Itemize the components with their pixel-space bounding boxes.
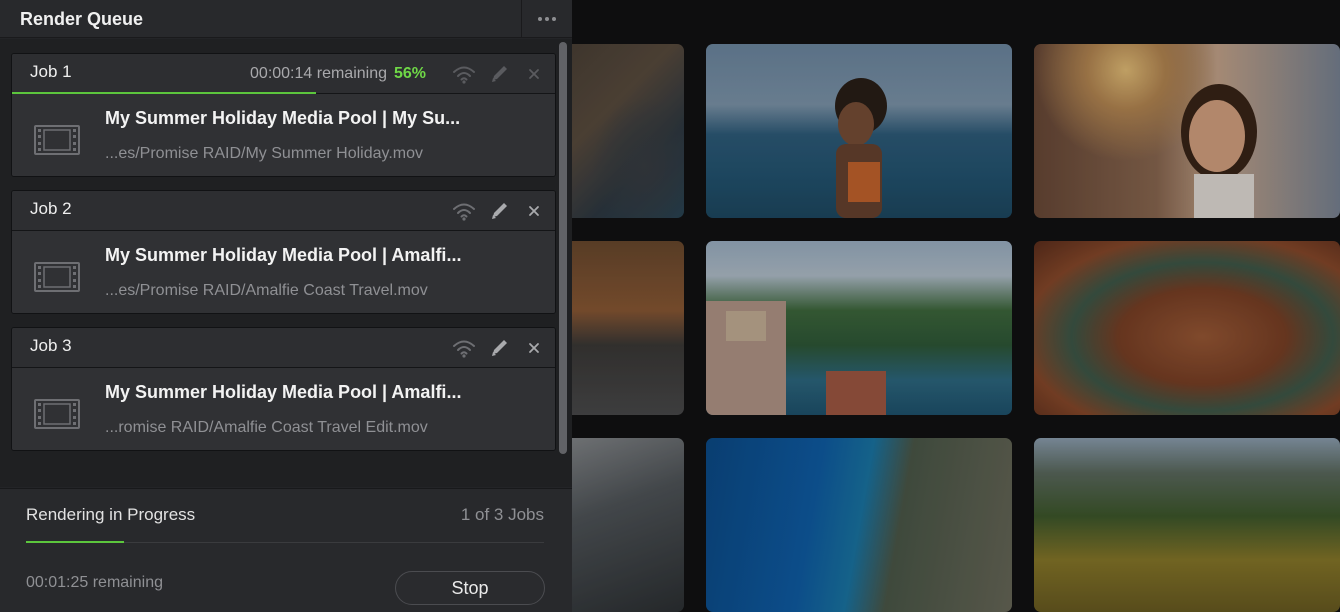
thumbnail-horseshoe-bend[interactable] bbox=[1034, 241, 1340, 415]
more-options-icon[interactable] bbox=[534, 14, 560, 24]
remote-render-icon[interactable] bbox=[451, 63, 477, 85]
overall-progress-bar bbox=[26, 541, 125, 543]
edit-icon[interactable] bbox=[487, 337, 513, 359]
panel-header: Render Queue bbox=[0, 0, 572, 38]
edit-icon[interactable] bbox=[487, 200, 513, 222]
total-time-remaining: 00:01:25 remaining bbox=[26, 574, 163, 591]
thumbnail-coastal-cliffs[interactable] bbox=[572, 44, 684, 218]
render-queue-panel: Render Queue Job 1 00:00:14 remaining 56… bbox=[0, 0, 572, 612]
thumbnail-van-interior[interactable] bbox=[572, 438, 684, 612]
thumbnail-amalfi-coast[interactable] bbox=[706, 241, 1012, 415]
job-header: Job 2 bbox=[12, 191, 555, 231]
job-body: My Summer Holiday Media Pool | Amalfi...… bbox=[12, 369, 555, 450]
job-item[interactable]: Job 2 My Summer Holiday Media Pool | Ama bbox=[11, 190, 556, 314]
job-header: Job 1 00:00:14 remaining 56% bbox=[12, 54, 555, 94]
edit-icon[interactable] bbox=[487, 63, 513, 85]
close-icon[interactable] bbox=[521, 63, 547, 85]
video-clip-icon bbox=[34, 399, 80, 429]
remote-render-icon[interactable] bbox=[451, 337, 477, 359]
job-output-path: ...romise RAID/Amalfie Coast Travel Edit… bbox=[105, 419, 428, 436]
job-body: My Summer Holiday Media Pool | Amalfi...… bbox=[12, 232, 555, 313]
job-body: My Summer Holiday Media Pool | My Su... … bbox=[12, 95, 555, 176]
thumbnail-city-selfie[interactable] bbox=[1034, 44, 1340, 218]
job-name: Job 1 bbox=[30, 62, 72, 81]
thumbnail-mountain-valley[interactable] bbox=[1034, 438, 1340, 612]
header-divider bbox=[521, 0, 522, 38]
thumbnail-woman-by-sea[interactable] bbox=[706, 44, 1012, 218]
jobs-count: 1 of 3 Jobs bbox=[460, 505, 544, 524]
thumbnail-blue-bay[interactable] bbox=[706, 438, 1012, 612]
render-status-footer: Rendering in Progress 1 of 3 Jobs 00:01:… bbox=[0, 488, 572, 612]
job-output-path: ...es/Promise RAID/Amalfie Coast Travel.… bbox=[105, 282, 428, 299]
close-icon[interactable] bbox=[521, 200, 547, 222]
job-progress-bar bbox=[12, 92, 317, 94]
job-clip-name: My Summer Holiday Media Pool | My Su... bbox=[105, 108, 461, 128]
job-item[interactable]: Job 3 My Summer Holiday Media Pool | Ama bbox=[11, 327, 556, 451]
job-clip-name: My Summer Holiday Media Pool | Amalfi... bbox=[105, 245, 462, 265]
thumbnail-canyon-road[interactable] bbox=[572, 241, 684, 415]
job-time-remaining: 00:00:14 remaining bbox=[250, 65, 387, 82]
render-status-label: Rendering in Progress bbox=[26, 505, 196, 524]
job-list-scrollbar[interactable] bbox=[559, 42, 567, 454]
job-name: Job 3 bbox=[30, 336, 72, 355]
media-pool-grid bbox=[572, 0, 1340, 612]
job-percent: 56% bbox=[393, 65, 426, 82]
job-clip-name: My Summer Holiday Media Pool | Amalfi... bbox=[105, 382, 462, 402]
job-header: Job 3 bbox=[12, 328, 555, 368]
job-output-path: ...es/Promise RAID/My Summer Holiday.mov bbox=[105, 145, 423, 162]
video-clip-icon bbox=[34, 262, 80, 292]
job-list: Job 1 00:00:14 remaining 56% My Summer H… bbox=[0, 39, 572, 487]
job-name: Job 2 bbox=[30, 199, 72, 218]
stop-button[interactable]: Stop bbox=[395, 571, 545, 605]
video-clip-icon bbox=[34, 125, 80, 155]
job-item[interactable]: Job 1 00:00:14 remaining 56% My Summer H… bbox=[11, 53, 556, 177]
close-icon[interactable] bbox=[521, 337, 547, 359]
panel-title: Render Queue bbox=[20, 9, 144, 29]
remote-render-icon[interactable] bbox=[451, 200, 477, 222]
